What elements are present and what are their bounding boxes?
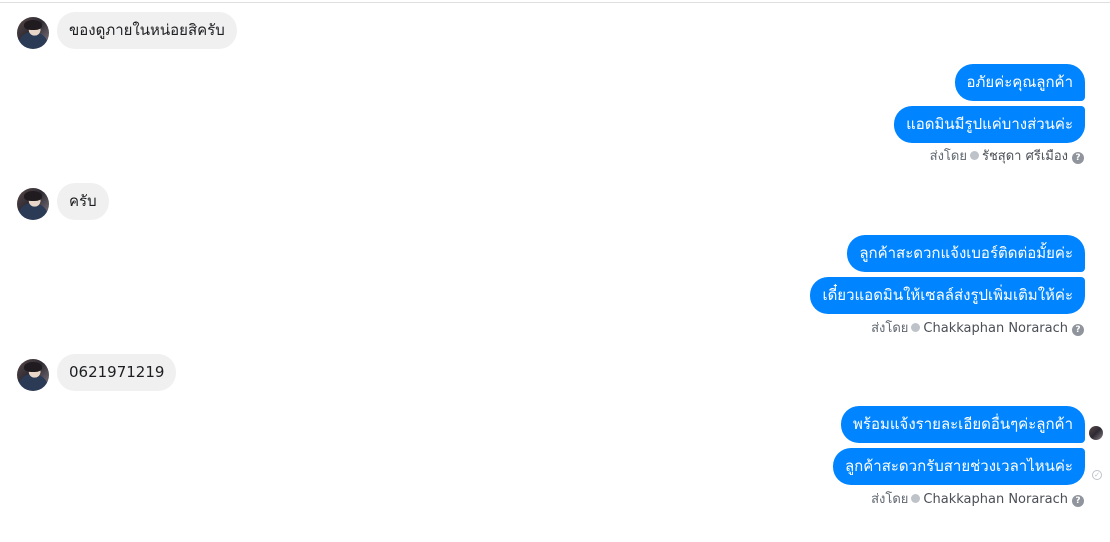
incoming-message[interactable]: 0621971219 <box>57 354 177 391</box>
sent-by-label: ส่งโดย <box>929 149 967 164</box>
question-circle-icon[interactable]: ? <box>1072 495 1084 507</box>
outgoing-message[interactable]: แอดมินมีรูปแค่บางส่วนค่ะ <box>894 106 1085 143</box>
check-circle-icon <box>911 323 921 332</box>
outgoing-message[interactable]: ลูกค้าสะดวกรับสายช่วงเวลาไหนค่ะ <box>832 448 1085 485</box>
outgoing-message[interactable]: อภัยค่ะคุณลูกค้า <box>954 64 1085 101</box>
seen-avatar <box>1089 426 1103 440</box>
sent-by-label: ส่งโดย <box>871 492 909 507</box>
incoming-message[interactable]: ของดูภายในหน่อยสิครับ <box>57 12 237 49</box>
check-circle-icon <box>911 494 921 503</box>
outgoing-message[interactable]: ลูกค้าสะดวกแจ้งเบอร์ติดต่อมั้ยค่ะ <box>847 235 1085 272</box>
incoming-message[interactable]: ครับ <box>57 183 109 220</box>
sender-name[interactable]: Chakkaphan Norarach <box>923 321 1068 336</box>
check-circle-icon <box>969 151 979 160</box>
customer-avatar[interactable] <box>17 188 49 220</box>
customer-avatar[interactable] <box>17 17 49 49</box>
outgoing-message[interactable]: พร้อมแจ้งรายละเอียดอื่นๆค่ะลูกค้า <box>841 406 1085 443</box>
question-circle-icon[interactable]: ? <box>1072 152 1084 164</box>
top-divider <box>0 2 1110 3</box>
sent-by-line: ส่งโดย Chakkaphan Norarach? <box>871 491 1084 509</box>
sender-name[interactable]: รัชสุดา ศรีเมือง <box>982 149 1068 164</box>
sent-by-line: ส่งโดย รัชสุดา ศรีเมือง? <box>930 148 1084 166</box>
sender-name[interactable]: Chakkaphan Norarach <box>923 492 1068 507</box>
sent-by-line: ส่งโดย Chakkaphan Norarach? <box>871 320 1084 338</box>
delivered-check-icon: ✓ <box>1092 470 1102 480</box>
outgoing-message[interactable]: เดี๋ยวแอดมินให้เซลล์ส่งรูปเพิ่มเติมให้ค่… <box>810 277 1085 314</box>
question-circle-icon[interactable]: ? <box>1072 324 1084 336</box>
sent-by-label: ส่งโดย <box>871 321 909 336</box>
customer-avatar[interactable] <box>17 359 49 391</box>
